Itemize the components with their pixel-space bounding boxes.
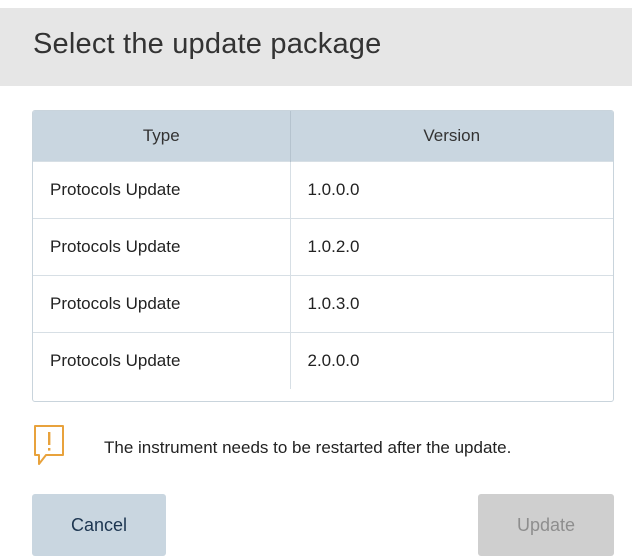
cell-type[interactable]: Protocols Update <box>33 218 291 276</box>
cell-version[interactable]: 1.0.2.0 <box>290 218 613 276</box>
dialog-title: Select the update package <box>33 28 382 60</box>
update-package-table: Type Version Protocols Update 1.0.0.0 Pr… <box>32 110 614 402</box>
update-package-dialog: Select the update package Type Version P… <box>0 0 632 557</box>
column-header-version[interactable]: Version <box>290 111 613 162</box>
table-row[interactable]: Protocols Update 2.0.0.0 <box>33 332 613 389</box>
column-header-type[interactable]: Type <box>33 111 291 162</box>
dialog-header: Select the update package <box>0 8 632 86</box>
restart-warning: The instrument needs to be restarted aft… <box>32 424 622 472</box>
cell-type[interactable]: Protocols Update <box>33 161 291 219</box>
update-button[interactable]: Update <box>478 494 614 556</box>
cell-type[interactable]: Protocols Update <box>33 275 291 333</box>
cell-version[interactable]: 2.0.0.0 <box>290 332 613 389</box>
cell-type[interactable]: Protocols Update <box>33 332 291 389</box>
warning-text: The instrument needs to be restarted aft… <box>104 438 512 457</box>
table-row[interactable]: Protocols Update 1.0.3.0 <box>33 275 613 333</box>
table-row[interactable]: Protocols Update 1.0.0.0 <box>33 161 613 219</box>
cell-version[interactable]: 1.0.0.0 <box>290 161 613 219</box>
cell-version[interactable]: 1.0.3.0 <box>290 275 613 333</box>
exclamation-speech-bubble-icon <box>32 424 66 468</box>
table-row[interactable]: Protocols Update 1.0.2.0 <box>33 218 613 276</box>
cancel-button[interactable]: Cancel <box>32 494 166 556</box>
table-header-row: Type Version <box>33 111 613 162</box>
